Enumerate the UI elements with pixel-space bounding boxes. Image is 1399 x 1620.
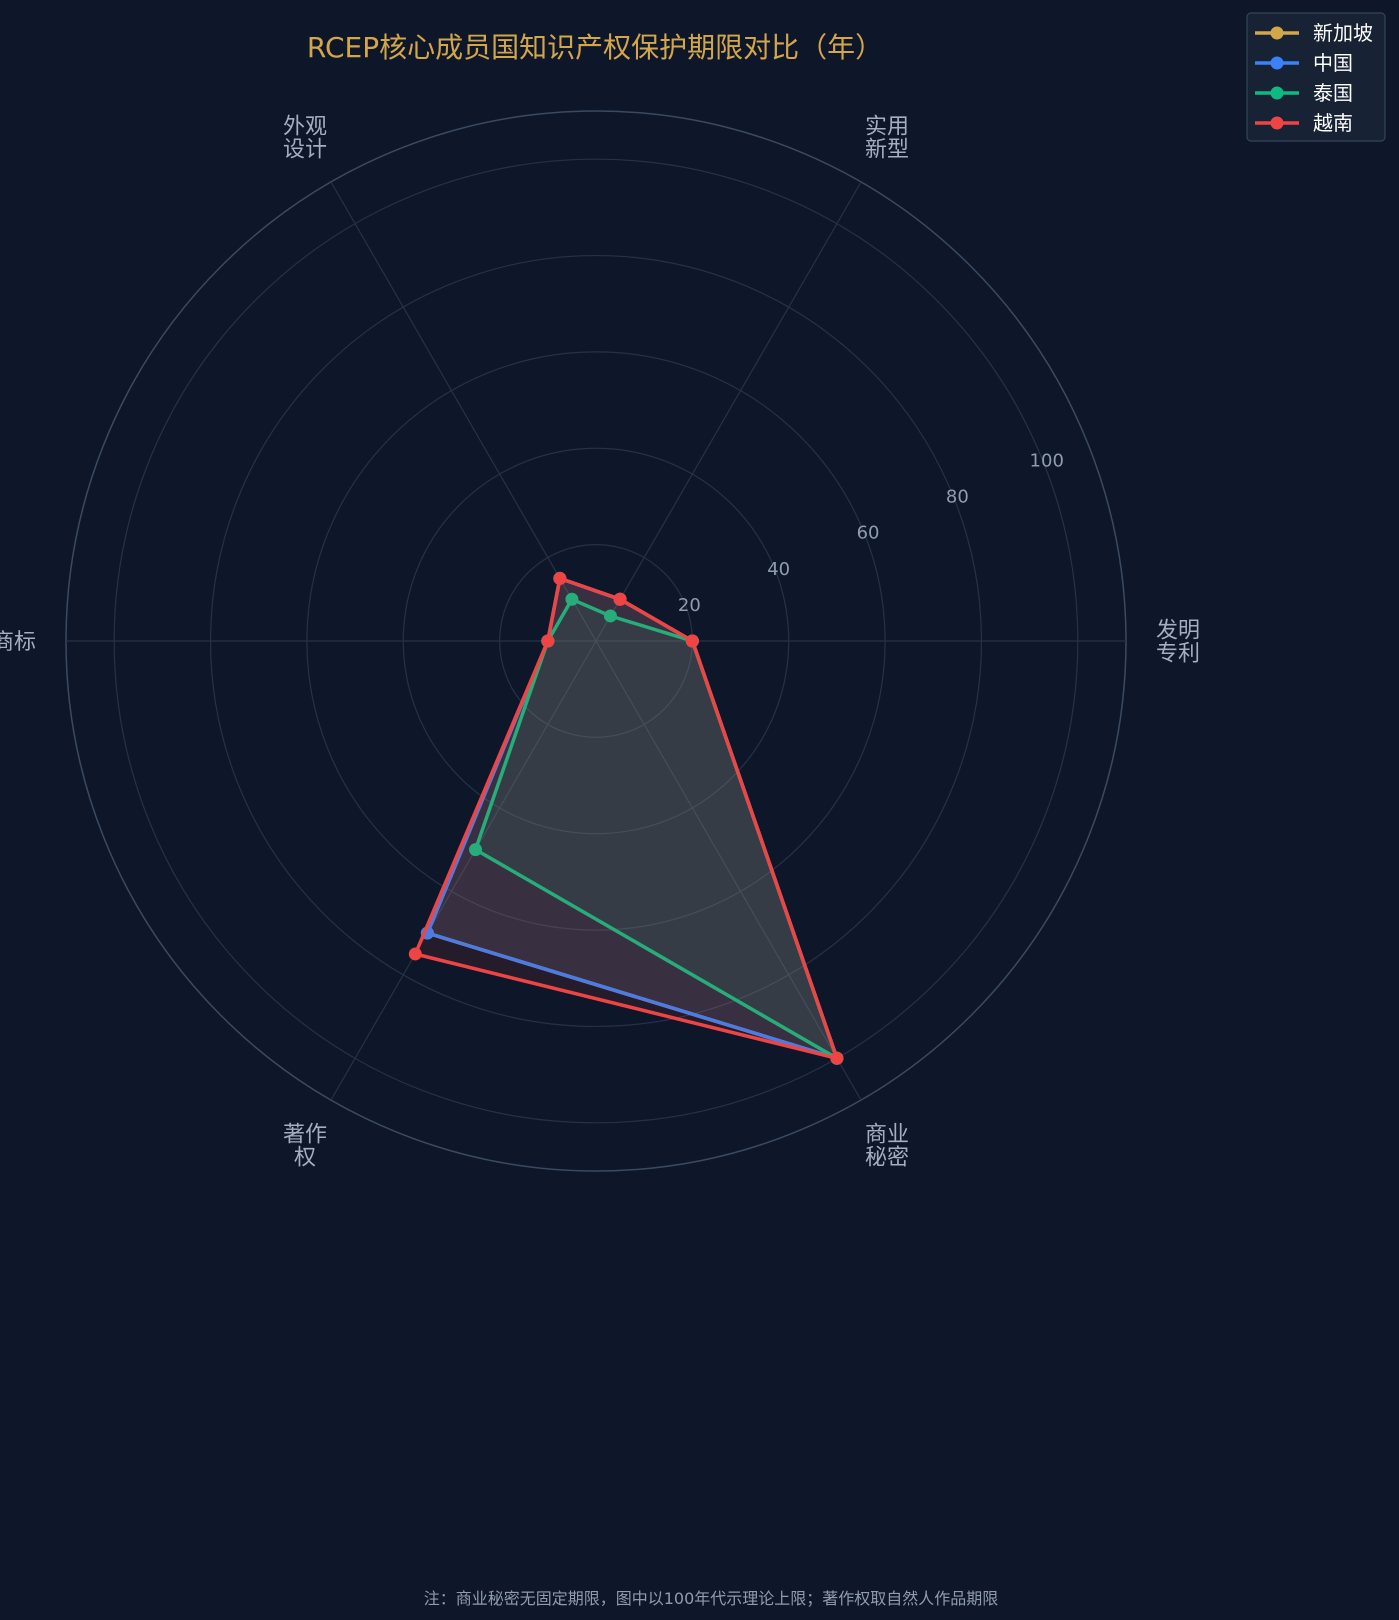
data-point: [613, 592, 627, 606]
legend: 新加坡中国泰国越南: [1246, 12, 1386, 142]
axis-label: 商标: [0, 630, 36, 655]
legend-label: 越南: [1313, 111, 1353, 135]
series-group: [408, 571, 844, 1065]
axis-label: 著作权: [283, 1123, 327, 1171]
chart-title: RCEP核心成员国知识产权保护期限对比（年）: [307, 31, 883, 64]
data-point: [685, 634, 699, 648]
axis-label: 实用新型: [865, 114, 909, 162]
axis-spoke: [330, 181, 597, 642]
axis-label: 外观设计: [283, 114, 327, 162]
data-point: [830, 1051, 844, 1065]
legend-swatch-marker: [1270, 56, 1284, 70]
tick-label: 80: [946, 487, 969, 508]
tick-label: 60: [857, 523, 880, 544]
radial-tick-labels: 20 40 60 80 100: [678, 451, 1064, 616]
series-polygon: [413, 576, 839, 1061]
axis-label: 发明专利: [1156, 619, 1200, 667]
data-series: [408, 571, 844, 1065]
data-point: [553, 571, 567, 585]
legend-swatch-marker: [1270, 86, 1284, 100]
legend-swatch-marker: [1270, 26, 1284, 40]
tick-label: 100: [1030, 451, 1064, 472]
tick-label: 40: [767, 559, 790, 580]
legend-label: 新加坡: [1313, 21, 1373, 45]
tick-label: 20: [678, 595, 701, 616]
axis-spoke: [595, 181, 862, 642]
data-point: [541, 634, 555, 648]
chart-footnote: 注：商业秘密无固定期限，图中以100年代示理论上限；著作权取自然人作品期限: [424, 1589, 999, 1608]
axis-label: 商业秘密: [865, 1123, 909, 1171]
legend-label: 泰国: [1313, 81, 1353, 105]
legend-label: 中国: [1313, 51, 1353, 75]
data-point: [408, 947, 422, 961]
legend-swatch-marker: [1270, 116, 1284, 130]
radar-chart: RCEP核心成员国知识产权保护期限对比（年） 20 40 60 80 100 发明专利 实…: [0, 12, 1386, 1608]
